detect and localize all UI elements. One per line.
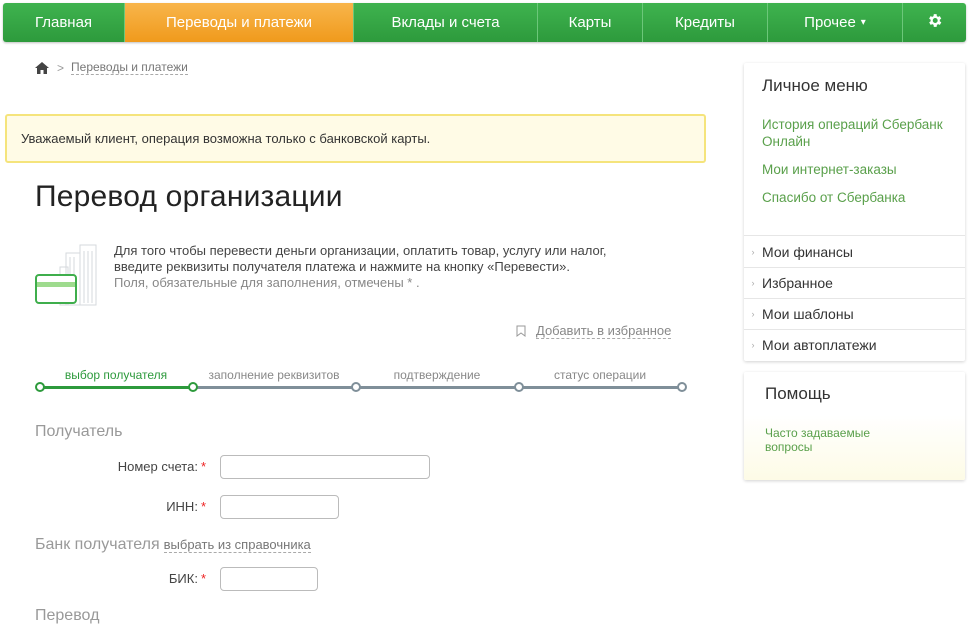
menu-templates[interactable]: › Мои шаблоны <box>744 298 965 329</box>
chevron-right-icon: › <box>751 308 755 319</box>
spasibo-link[interactable]: Спасибо от Сбербанка <box>762 189 962 206</box>
step-line-pending <box>193 386 682 389</box>
progress-steps: выбор получателя заполнение реквизитов п… <box>35 366 690 396</box>
bookmark-icon <box>516 325 526 337</box>
menu-templates-label: Мои шаблоны <box>762 305 854 322</box>
chevron-right-icon: › <box>751 277 755 288</box>
choose-from-directory-link[interactable]: выбрать из справочника <box>163 537 311 553</box>
breadcrumb-transfers-link[interactable]: Переводы и платежи <box>71 60 188 75</box>
card-building-icon <box>34 243 102 307</box>
top-nav: Главная Переводы и платежи Вклады и счет… <box>3 3 966 42</box>
chevron-right-icon: › <box>751 339 755 350</box>
step-dot-2 <box>351 382 361 392</box>
menu-finances-label: Мои финансы <box>762 243 853 260</box>
add-to-favorites-button[interactable]: Добавить в избранное <box>516 323 672 339</box>
nav-deposits[interactable]: Вклады и счета <box>354 3 538 42</box>
bank-section-title: Банк получателя выбрать из справочника <box>35 536 311 554</box>
nav-other[interactable]: Прочее ▾ <box>768 3 903 42</box>
internet-orders-link[interactable]: Мои интернет-заказы <box>762 161 962 178</box>
account-number-input[interactable] <box>220 455 430 479</box>
inn-label-text: ИНН: <box>166 499 198 514</box>
menu-finances[interactable]: › Мои финансы <box>744 236 965 267</box>
nav-transfers[interactable]: Переводы и платежи <box>125 3 354 42</box>
account-number-label-text: Номер счета: <box>117 459 198 474</box>
chevron-down-icon: ▾ <box>860 17 866 28</box>
page-title: Перевод организации <box>35 180 343 213</box>
required-mark: * <box>200 571 206 586</box>
step-label-confirmation: подтверждение <box>393 368 481 382</box>
step-dot-3 <box>514 382 524 392</box>
bik-label: БИК: * <box>80 571 206 586</box>
required-mark: * <box>200 459 206 474</box>
inn-label: ИНН: * <box>80 499 206 514</box>
nav-main[interactable]: Главная <box>3 3 125 42</box>
menu-favorites-label: Избранное <box>762 274 833 291</box>
warning-alert: Уважаемый клиент, операция возможна толь… <box>5 114 706 163</box>
info-text: Для того чтобы перевести деньги организа… <box>114 243 674 291</box>
info-line-1: Для того чтобы перевести деньги организа… <box>114 243 607 258</box>
breadcrumb-separator: > <box>57 60 65 75</box>
breadcrumb: > Переводы и платежи <box>35 60 188 75</box>
bik-input[interactable] <box>220 567 318 591</box>
nav-cards[interactable]: Карты <box>538 3 643 42</box>
settings-button[interactable] <box>903 3 966 42</box>
inn-input[interactable] <box>220 495 339 519</box>
gear-icon <box>926 12 943 34</box>
bik-label-text: БИК: <box>168 571 198 586</box>
history-link[interactable]: История операций Сбербанк Онлайн <box>762 116 952 150</box>
info-line-2: введите реквизиты получателя платежа и н… <box>114 259 570 274</box>
personal-menu-title: Личное меню <box>762 76 868 95</box>
step-label-status: статус операции <box>553 368 647 382</box>
step-line-done <box>40 386 193 389</box>
step-dot-4 <box>677 382 687 392</box>
step-dot-1 <box>188 382 198 392</box>
step-label-details: заполнение реквизитов <box>208 368 340 382</box>
info-line-3: Поля, обязательные для заполнения, отмеч… <box>114 275 420 290</box>
nav-other-label: Прочее <box>804 14 856 31</box>
account-number-label: Номер счета: * <box>80 459 206 474</box>
menu-favorites[interactable]: › Избранное <box>744 267 965 298</box>
help-title: Помощь <box>765 384 831 403</box>
menu-autopayments[interactable]: › Мои автоплатежи <box>744 329 965 360</box>
add-to-favorites-label: Добавить в избранное <box>536 323 672 339</box>
chevron-right-icon: › <box>751 246 755 257</box>
home-icon[interactable] <box>35 61 49 74</box>
personal-menu: Личное меню История операций Сбербанк Он… <box>744 63 965 361</box>
step-label-recipient: выбор получателя <box>64 368 168 382</box>
nav-credits[interactable]: Кредиты <box>643 3 768 42</box>
menu-autopayments-label: Мои автоплатежи <box>762 336 877 353</box>
faq-link[interactable]: Часто задаваемые вопросы <box>765 426 885 454</box>
step-dot-start <box>35 382 45 392</box>
bank-section-label: Банк получателя <box>35 536 160 553</box>
transfer-section-title: Перевод <box>35 607 100 624</box>
help-box: Помощь Часто задаваемые вопросы <box>744 372 965 480</box>
required-mark: * <box>200 499 206 514</box>
recipient-section-title: Получатель <box>35 423 123 440</box>
alert-text: Уважаемый клиент, операция возможна толь… <box>21 131 431 146</box>
